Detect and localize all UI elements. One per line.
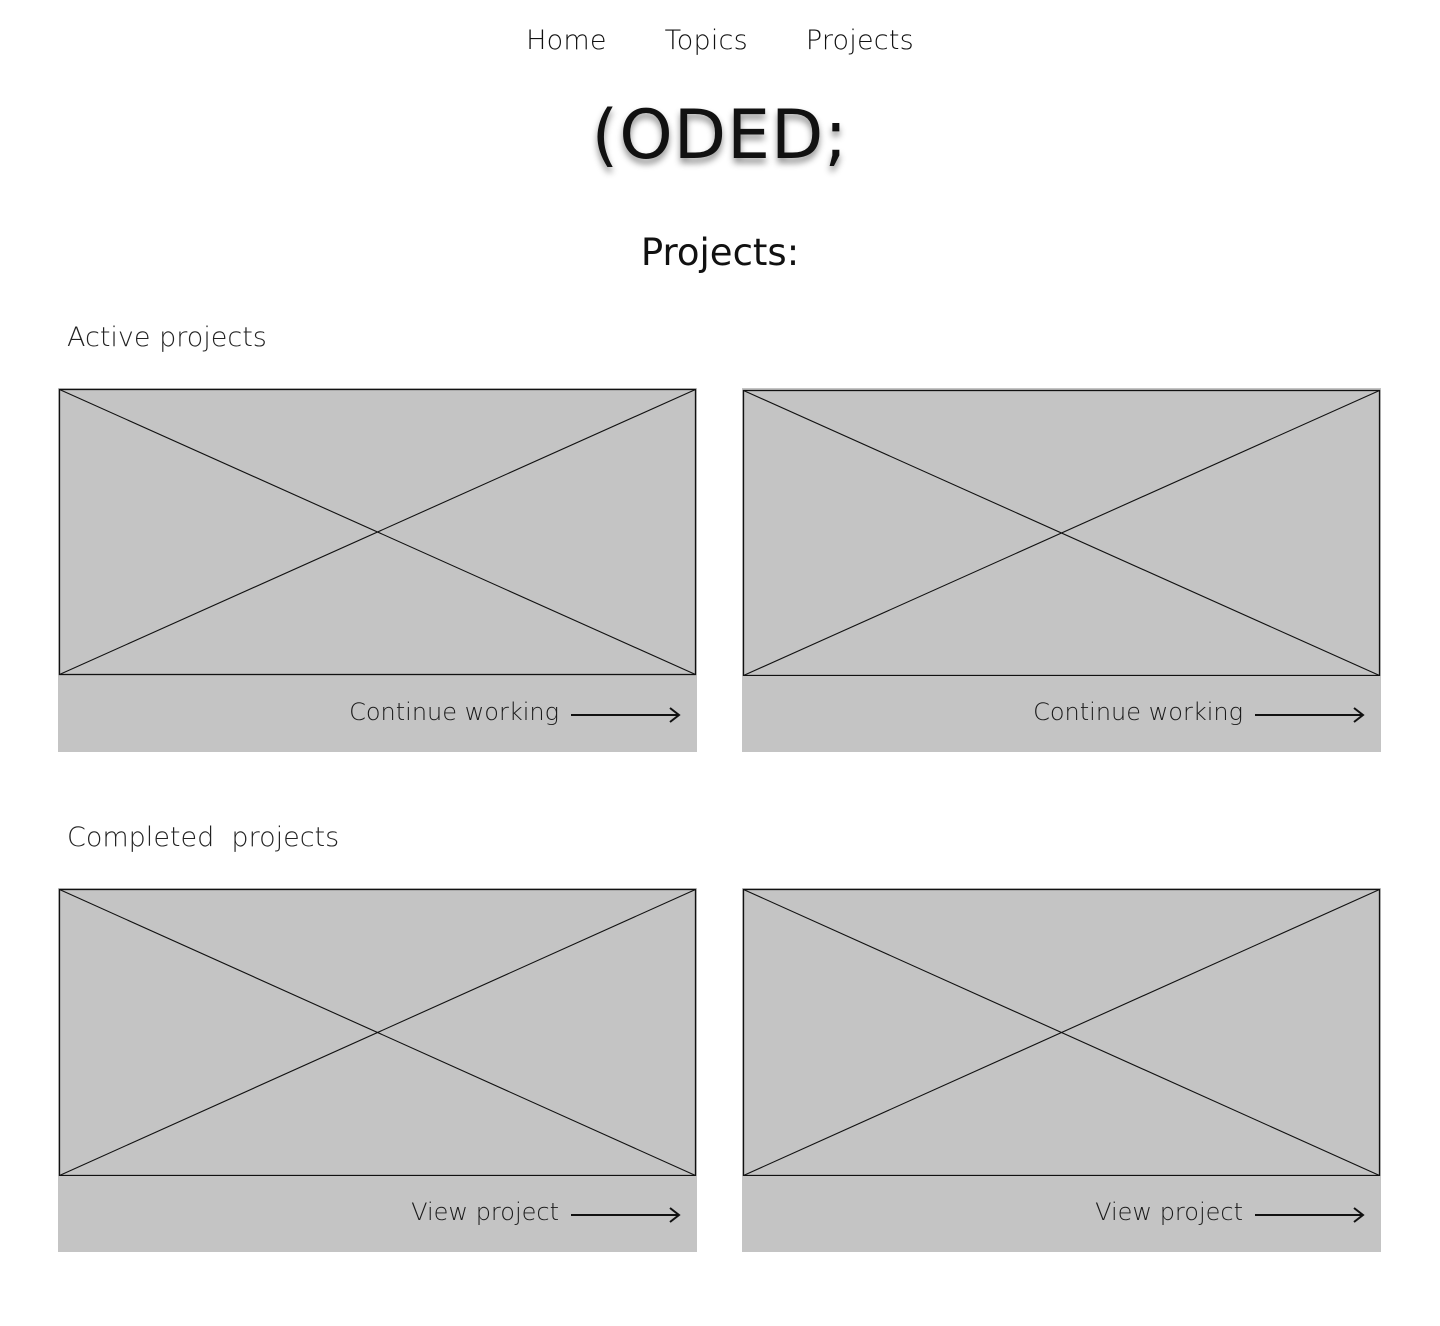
card-action-label: View project: [411, 1198, 559, 1226]
arrow-right-icon: [571, 707, 681, 723]
card-action-label: Continue working: [349, 698, 559, 726]
continue-working-link[interactable]: Continue working: [1033, 698, 1367, 726]
top-navigation: Home Topics Projects: [0, 18, 1440, 62]
card-footer: Continue working: [742, 676, 1381, 752]
image-placeholder: [742, 888, 1381, 1176]
nav-link-topics[interactable]: Topics: [665, 25, 748, 56]
continue-working-link[interactable]: Continue working: [349, 698, 683, 726]
arrow-right-icon: [571, 1207, 681, 1223]
card-footer: View project: [58, 1176, 697, 1252]
active-projects-heading: Active projects: [67, 322, 267, 353]
completed-project-card[interactable]: View project: [742, 888, 1381, 1252]
view-project-link[interactable]: View project: [411, 1198, 683, 1226]
view-project-link[interactable]: View project: [1095, 1198, 1367, 1226]
completed-projects-heading: Completed projects: [67, 822, 340, 853]
card-action-label: Continue working: [1033, 698, 1243, 726]
card-action-label: View project: [1095, 1198, 1243, 1226]
card-footer: View project: [742, 1176, 1381, 1252]
active-project-card[interactable]: Continue working: [742, 388, 1381, 752]
image-placeholder: [58, 888, 697, 1176]
brand-logo: (ODED;: [591, 96, 849, 175]
arrow-right-icon: [1255, 707, 1365, 723]
page-title: Projects:: [640, 231, 800, 274]
card-footer: Continue working: [58, 676, 697, 752]
nav-link-home[interactable]: Home: [526, 25, 607, 56]
image-placeholder: [58, 388, 697, 676]
completed-project-card[interactable]: View project: [58, 888, 697, 1252]
nav-link-projects[interactable]: Projects: [806, 25, 914, 56]
active-project-card[interactable]: Continue working: [58, 388, 697, 752]
image-placeholder: [742, 388, 1381, 676]
arrow-right-icon: [1255, 1207, 1365, 1223]
